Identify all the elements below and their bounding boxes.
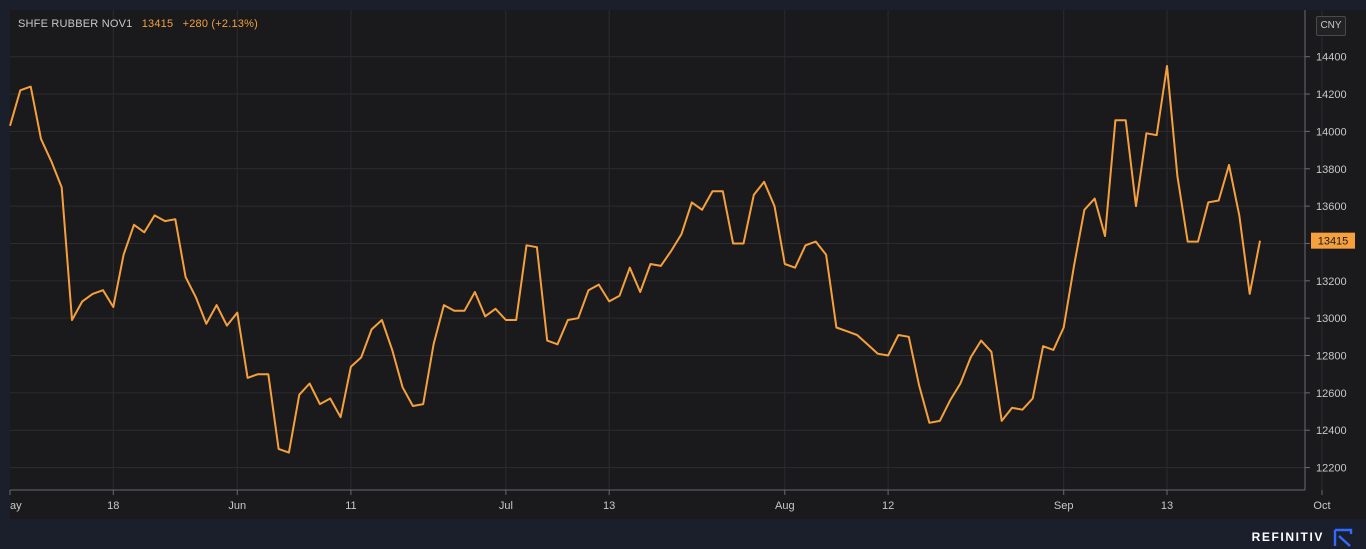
instrument-header: SHFE RUBBER NOV1 13415 +280 (+2.13%) xyxy=(18,18,258,30)
refinitiv-logo-icon xyxy=(1333,528,1353,547)
x-tick-label: 12 xyxy=(882,500,894,512)
y-tick-label: 13000 xyxy=(1316,313,1347,325)
price-line-layer xyxy=(9,65,1261,454)
footer-bar xyxy=(0,519,1366,549)
y-tick-label: 13600 xyxy=(1316,201,1347,213)
price-series-line xyxy=(9,65,1261,454)
x-tick-label: Oct xyxy=(1313,500,1330,512)
x-tick-label: Jun xyxy=(228,500,246,512)
price-change: +280 (+2.13%) xyxy=(182,18,258,30)
y-tick-label: 14400 xyxy=(1316,52,1347,64)
y-tick-label: 14000 xyxy=(1316,126,1347,138)
y-axis-labels: 1220012400126001280013000132001340013600… xyxy=(1316,52,1347,475)
y-tick-label: 12600 xyxy=(1316,388,1347,400)
axes xyxy=(9,10,1323,495)
grid-lines xyxy=(10,10,1323,490)
x-tick-label: 13 xyxy=(1161,500,1173,512)
x-tick-label: ay xyxy=(10,500,22,512)
x-axis-labels: ay18Jun11Jul13Aug12Sep13Oct20Nov xyxy=(10,500,1331,512)
x-tick-label: Jul xyxy=(499,500,513,512)
last-price-tag-layer: 13415 xyxy=(1311,232,1355,249)
x-tick-label: 11 xyxy=(345,500,356,512)
y-tick-label: 13200 xyxy=(1316,276,1347,288)
x-tick-label: Sep xyxy=(1054,500,1074,512)
instrument-name: SHFE RUBBER NOV1 xyxy=(18,18,133,30)
price-chart[interactable]: 1220012400126001280013000132001340013600… xyxy=(0,0,1366,549)
y-tick-label: 12200 xyxy=(1316,463,1347,475)
y-tick-label: 12800 xyxy=(1316,351,1347,363)
brand-name: REFINITIV xyxy=(1251,530,1324,544)
last-price-tag-label: 13415 xyxy=(1318,236,1349,248)
y-tick-label: 12400 xyxy=(1316,425,1347,437)
x-tick-label: 13 xyxy=(603,500,615,512)
chart-frame: 1220012400126001280013000132001340013600… xyxy=(0,0,1366,549)
x-tick-label: Aug xyxy=(775,500,795,512)
currency-badge[interactable]: CNY xyxy=(1316,16,1346,36)
x-tick-label: 18 xyxy=(107,500,119,512)
last-price: 13415 xyxy=(141,18,174,30)
y-tick-label: 13800 xyxy=(1316,164,1347,176)
y-tick-label: 14200 xyxy=(1316,89,1347,101)
